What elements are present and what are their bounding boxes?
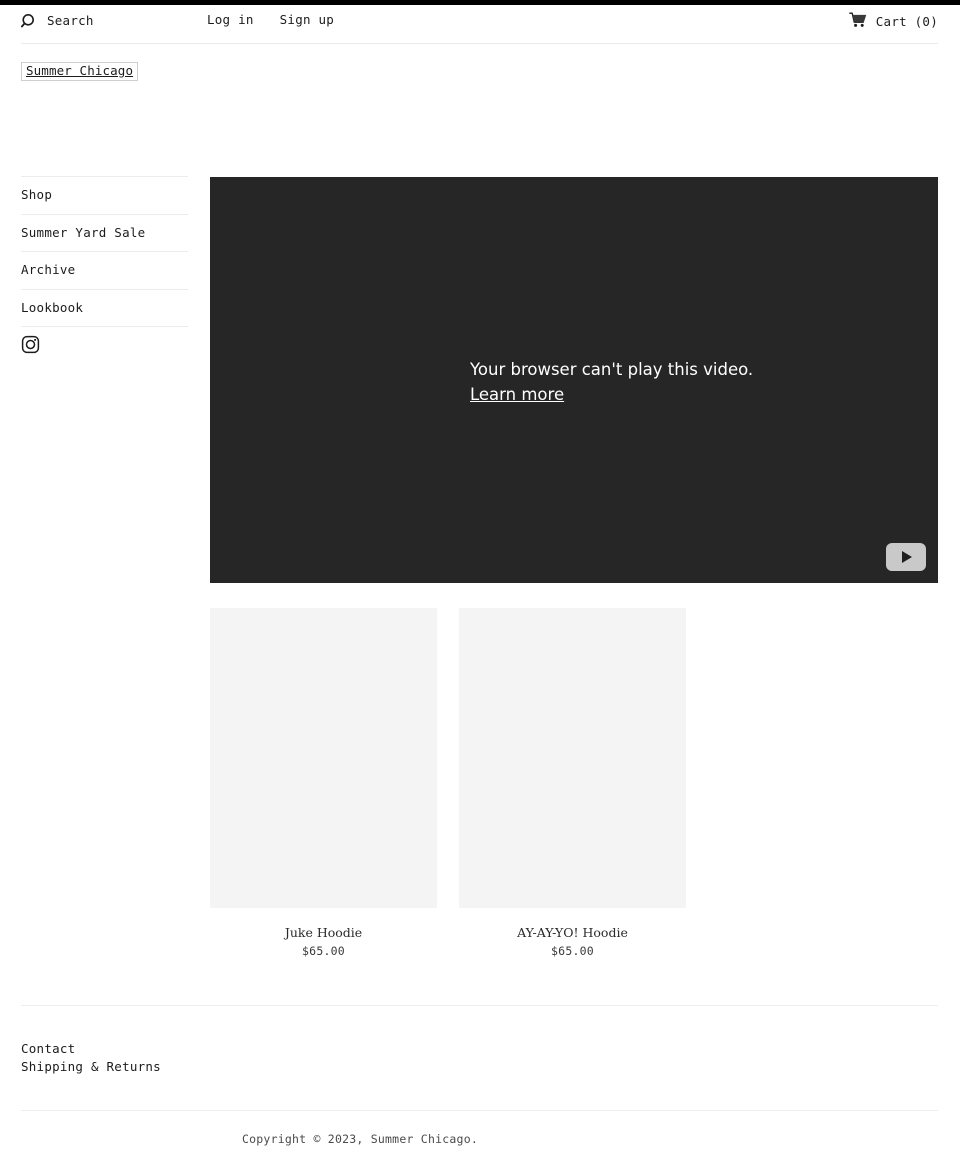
product-card[interactable]: AY-AY-YO! Hoodie $65.00 xyxy=(459,608,686,959)
footer-link-shipping-returns[interactable]: Shipping & Returns xyxy=(21,1058,161,1076)
product-price: $65.00 xyxy=(551,944,594,958)
footer-link-contact[interactable]: Contact xyxy=(21,1040,161,1058)
product-image xyxy=(210,608,437,908)
footer-divider-bottom xyxy=(21,1110,938,1111)
search-icon xyxy=(21,13,38,30)
cart-link[interactable]: Cart (0) xyxy=(848,12,938,32)
product-price: $65.00 xyxy=(302,944,345,958)
sidebar-item-label: Archive xyxy=(21,262,76,277)
product-card[interactable]: Juke Hoodie $65.00 xyxy=(210,608,437,959)
social-links xyxy=(21,326,188,366)
shopping-cart-icon xyxy=(848,12,867,32)
play-button[interactable] xyxy=(886,543,926,571)
site-header: Search Log in Sign up Cart (0) xyxy=(0,5,960,43)
signup-link[interactable]: Sign up xyxy=(280,13,334,27)
footer-divider-top xyxy=(21,1005,938,1006)
sidebar-item-label: Shop xyxy=(21,187,53,202)
cart-label: Cart (0) xyxy=(875,13,938,29)
login-link[interactable]: Log in xyxy=(207,13,254,27)
search-link[interactable]: Search xyxy=(21,13,94,30)
play-icon xyxy=(902,551,912,563)
video-error-text: Your browser can't play this video. xyxy=(470,360,754,379)
footer-links: Contact Shipping & Returns xyxy=(21,1040,161,1076)
sidebar-nav: Shop Summer Yard Sale Archive Lookbook xyxy=(21,176,188,366)
sidebar-item-label: Lookbook xyxy=(21,299,84,315)
sidebar-item-lookbook[interactable]: Lookbook xyxy=(21,288,188,327)
sidebar-item-label: Summer Yard Sale xyxy=(21,224,146,240)
instagram-icon[interactable] xyxy=(21,335,40,358)
account-links: Log in Sign up xyxy=(207,13,334,27)
search-label: Search xyxy=(47,13,94,29)
sidebar-item-shop[interactable]: Shop xyxy=(21,176,188,214)
product-title: AY-AY-YO! Hoodie xyxy=(517,925,628,940)
video-player[interactable]: Your browser can't play this video. Lear… xyxy=(210,177,938,583)
copyright-text: Copyright © 2023, Summer Chicago. xyxy=(241,1132,479,1146)
header-divider xyxy=(21,43,938,44)
sidebar-item-summer-yard-sale[interactable]: Summer Yard Sale xyxy=(21,213,188,252)
site-logo[interactable]: Summer Chicago xyxy=(21,62,139,81)
product-image xyxy=(459,608,686,908)
product-grid: Juke Hoodie $65.00 AY-AY-YO! Hoodie $65.… xyxy=(210,608,938,959)
sidebar-item-archive[interactable]: Archive xyxy=(21,251,188,289)
video-error-message: Your browser can't play this video. Lear… xyxy=(470,360,753,404)
product-title: Juke Hoodie xyxy=(284,925,363,940)
learn-more-link[interactable]: Learn more xyxy=(470,385,564,404)
